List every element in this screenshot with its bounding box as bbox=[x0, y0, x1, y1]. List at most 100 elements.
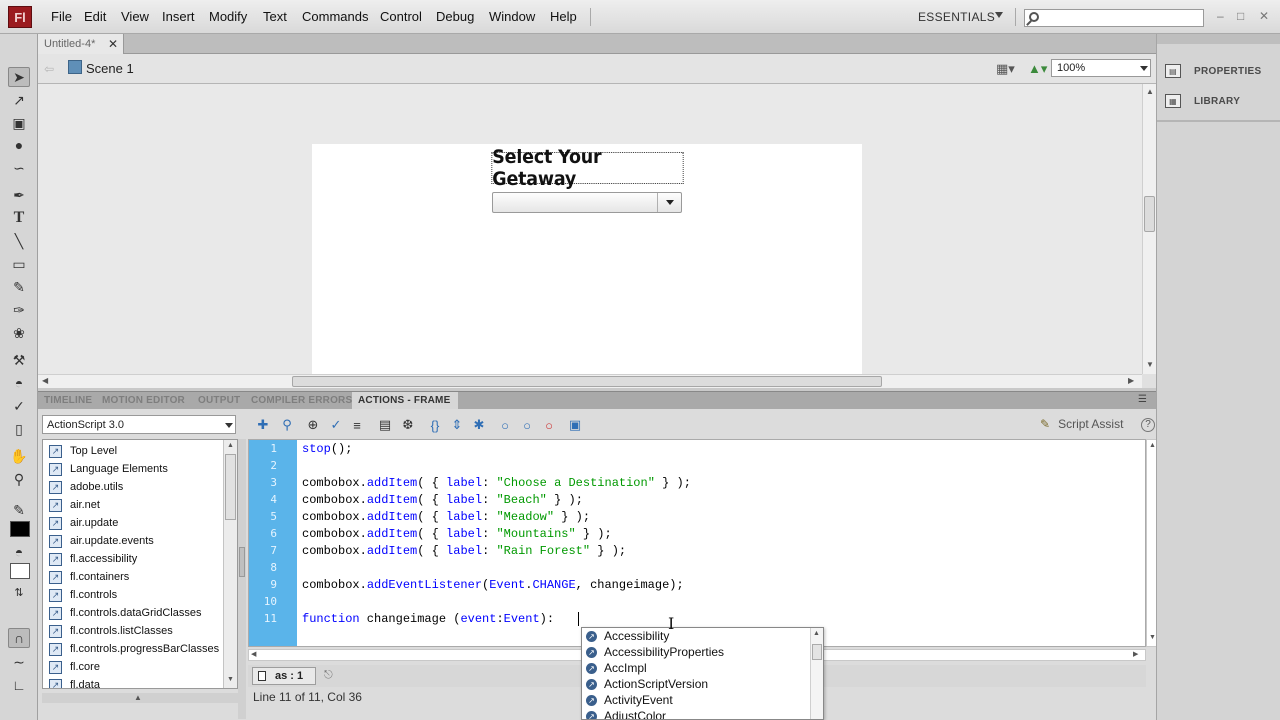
panel-splitter[interactable] bbox=[238, 439, 246, 719]
list-item[interactable]: ↗ Language Elements bbox=[49, 460, 168, 478]
stroke-color-swatch[interactable] bbox=[10, 521, 30, 537]
library-panel-button[interactable]: ▦ LIBRARY bbox=[1165, 88, 1240, 114]
scrollbar-thumb[interactable] bbox=[292, 376, 882, 387]
subselection-tool-icon[interactable]: ↗ bbox=[8, 90, 30, 110]
free-transform-tool-icon[interactable]: ▣ bbox=[8, 113, 30, 133]
straighten-icon[interactable]: ∟ bbox=[8, 675, 30, 695]
script-assist-button[interactable]: ✎ Script Assist bbox=[1040, 417, 1123, 431]
code-line[interactable]: combobox.addItem( { label: "Rain Forest"… bbox=[302, 544, 626, 558]
list-item[interactable]: ↗ adobe.utils bbox=[49, 478, 123, 496]
tab-output[interactable]: OUTPUT bbox=[198, 392, 240, 410]
debug-options-icon[interactable]: ❆ bbox=[399, 416, 417, 434]
code-line[interactable]: combobox.addItem( { label: "Beach" } ); bbox=[302, 493, 583, 507]
toolbox-scrollbar[interactable]: ▲ ▼ bbox=[223, 440, 237, 688]
close-icon[interactable]: ✕ bbox=[108, 37, 118, 51]
fill-color-swatch[interactable] bbox=[10, 563, 30, 579]
zoom-tool-icon[interactable]: ⚲ bbox=[8, 469, 30, 489]
zoom-select[interactable]: 100% bbox=[1051, 59, 1151, 77]
list-item[interactable]: ↗ fl.core bbox=[49, 658, 100, 676]
show-hide-toolbox-icon[interactable]: ▣ bbox=[566, 416, 584, 434]
panel-menu-icon[interactable]: ☰ bbox=[1138, 394, 1147, 405]
scroll-right-icon[interactable]: ▶ bbox=[1133, 650, 1138, 658]
code-editor[interactable]: 1 2 3 4 5 6 7 8 9 10 11 stop(); combobox.… bbox=[248, 439, 1146, 647]
menu-modify[interactable]: Modify bbox=[209, 9, 247, 24]
menu-file[interactable]: File bbox=[51, 9, 72, 24]
collapse-arrow-icon[interactable]: ▲ bbox=[134, 693, 142, 702]
paint-bucket-icon[interactable]: ◓ bbox=[8, 373, 30, 393]
list-item[interactable]: ↗ fl.controls.progressBarClasses bbox=[49, 640, 219, 658]
list-item[interactable]: ↗ fl.controls bbox=[49, 586, 117, 604]
menu-edit[interactable]: Edit bbox=[84, 9, 106, 24]
scroll-up-icon[interactable]: ▲ bbox=[1149, 442, 1156, 449]
code-hint-item[interactable]: ↗ ActivityEvent bbox=[586, 692, 673, 708]
scroll-right-icon[interactable]: ▶ bbox=[1128, 376, 1134, 385]
tab-motion-editor[interactable]: MOTION EDITOR bbox=[102, 392, 185, 410]
splitter-handle[interactable] bbox=[239, 547, 245, 577]
code-hint-item[interactable]: ↗ ActionScriptVersion bbox=[586, 676, 708, 692]
collapse-between-braces-icon[interactable]: {} bbox=[426, 416, 444, 434]
lasso-tool-icon[interactable]: ∽ bbox=[8, 158, 30, 178]
scroll-down-icon[interactable]: ▼ bbox=[1146, 360, 1154, 369]
edit-symbols-icon[interactable]: ▦▾ bbox=[996, 61, 1015, 77]
tab-actions-frame[interactable]: ACTIONS - FRAME bbox=[352, 392, 459, 410]
hand-tool-icon[interactable]: ✋ bbox=[8, 446, 30, 466]
swap-colors-icon[interactable]: ⇅ bbox=[8, 582, 30, 602]
eraser-icon[interactable]: ▯ bbox=[8, 419, 30, 439]
stage-vertical-scrollbar[interactable]: ▲ ▼ bbox=[1142, 84, 1156, 374]
list-item[interactable]: ↗ fl.containers bbox=[49, 568, 129, 586]
scrollbar-thumb[interactable] bbox=[1144, 196, 1155, 232]
list-item[interactable]: ↗ Top Level bbox=[49, 442, 117, 460]
bone-tool-icon[interactable]: ⚒ bbox=[8, 350, 30, 370]
apply-block-comment-icon[interactable]: ○ bbox=[496, 416, 514, 434]
scrollbar-thumb[interactable] bbox=[225, 454, 236, 520]
3d-rotation-tool-icon[interactable]: ● bbox=[8, 135, 30, 155]
collapse-selection-icon[interactable]: ⇕ bbox=[448, 416, 466, 434]
back-arrow-icon[interactable]: ⇦ bbox=[44, 62, 54, 76]
scroll-up-icon[interactable]: ▲ bbox=[813, 630, 820, 637]
close-window-button[interactable]: ✕ bbox=[1259, 9, 1269, 23]
fill-color-icon[interactable]: ◓ bbox=[8, 542, 30, 562]
maximize-button[interactable]: □ bbox=[1237, 9, 1244, 23]
menu-window[interactable]: Window bbox=[489, 9, 535, 24]
code-line[interactable]: combobox.addItem( { label: "Choose a Des… bbox=[302, 476, 691, 490]
menu-insert[interactable]: Insert bbox=[162, 9, 195, 24]
edit-scene-icon[interactable]: ▲▾ bbox=[1028, 61, 1047, 77]
list-item[interactable]: ↗ air.update bbox=[49, 514, 118, 532]
list-item[interactable]: ↗ air.update.events bbox=[49, 532, 154, 550]
menu-debug[interactable]: Debug bbox=[436, 9, 474, 24]
smooth-icon[interactable]: ∼ bbox=[8, 652, 30, 672]
code-hint-item[interactable]: ↗ Accessibility bbox=[586, 628, 669, 644]
code-line[interactable]: combobox.addItem( { label: "Meadow" } ); bbox=[302, 510, 590, 524]
scroll-left-icon[interactable]: ◀ bbox=[42, 376, 48, 385]
list-item[interactable]: ↗ fl.accessibility bbox=[49, 550, 137, 568]
rectangle-tool-icon[interactable]: ▭ bbox=[8, 254, 30, 274]
code-hint-item[interactable]: ↗ AdjustColor bbox=[586, 708, 666, 719]
code-hint-item[interactable]: ↗ AccImpl bbox=[586, 660, 647, 676]
actionscript-version-select[interactable]: ActionScript 3.0 bbox=[42, 415, 236, 434]
list-item[interactable]: ↗ fl.data bbox=[49, 676, 100, 688]
tab-compiler-errors[interactable]: COMPILER ERRORS bbox=[251, 392, 352, 410]
scrollbar-thumb[interactable] bbox=[812, 644, 822, 660]
menu-commands[interactable]: Commands bbox=[302, 9, 368, 24]
code-line[interactable]: combobox.addEventListener(Event.CHANGE, … bbox=[302, 578, 684, 592]
tab-timeline[interactable]: TIMELINE bbox=[44, 392, 92, 410]
show-code-hint-icon[interactable]: ▤ bbox=[376, 416, 394, 434]
scroll-down-icon[interactable]: ▼ bbox=[227, 676, 234, 683]
scroll-up-icon[interactable]: ▲ bbox=[227, 442, 234, 449]
stage-horizontal-scrollbar[interactable]: ◀ ▶ bbox=[38, 374, 1142, 388]
apply-line-comment-icon[interactable]: ○ bbox=[518, 416, 536, 434]
stroke-color-icon[interactable]: ✎ bbox=[8, 500, 30, 520]
deco-tool-icon[interactable]: ❀ bbox=[8, 323, 30, 343]
eyedropper-icon[interactable]: ✓ bbox=[8, 396, 30, 416]
list-item[interactable]: ↗ air.net bbox=[49, 496, 100, 514]
brush-tool-icon[interactable]: ✑ bbox=[8, 300, 30, 320]
remove-comment-icon[interactable]: ○ bbox=[540, 416, 558, 434]
code-hints-scrollbar[interactable]: ▲ bbox=[810, 628, 823, 719]
help-search-input[interactable] bbox=[1024, 9, 1204, 27]
chevron-down-icon[interactable] bbox=[995, 12, 1003, 18]
code-line[interactable]: combobox.addItem( { label: "Mountains" }… bbox=[302, 527, 612, 541]
scene-label[interactable]: Scene 1 bbox=[86, 61, 134, 76]
code-line[interactable]: stop(); bbox=[302, 442, 352, 456]
menu-text[interactable]: Text bbox=[263, 9, 287, 24]
scroll-up-icon[interactable]: ▲ bbox=[1146, 87, 1154, 96]
